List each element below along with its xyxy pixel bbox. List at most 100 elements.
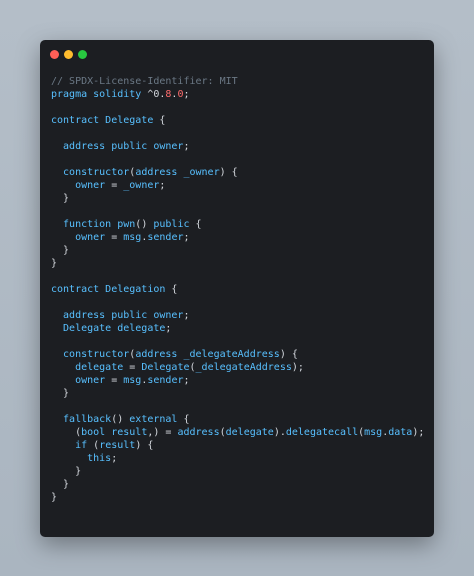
code-line: pragma solidity ^0.8.0; bbox=[51, 88, 428, 101]
code-token-default: fallback bbox=[51, 414, 112, 425]
code-token-punct: ; bbox=[159, 180, 166, 191]
code-token-default: external bbox=[123, 414, 184, 425]
code-token-punct: ). bbox=[273, 427, 286, 438]
code-token-default: if bbox=[51, 440, 94, 451]
code-line: } bbox=[51, 491, 428, 504]
code-token-punct: } bbox=[51, 479, 70, 490]
code-line: owner = msg.sender; bbox=[51, 374, 428, 387]
code-line: } bbox=[51, 244, 428, 257]
code-token-default: address public owner bbox=[51, 310, 184, 321]
code-token-punct: { bbox=[183, 414, 190, 425]
code-token-punct: () bbox=[135, 219, 148, 230]
code-token-default: this bbox=[51, 453, 112, 464]
code-token-punct: ; bbox=[183, 141, 190, 152]
code-token-punct: ( bbox=[51, 427, 82, 438]
code-line: // SPDX-License-Identifier: MIT bbox=[51, 75, 428, 88]
code-line: delegate = Delegate(_delegateAddress); bbox=[51, 361, 428, 374]
code-line: address public owner; bbox=[51, 140, 428, 153]
code-token-punct: } bbox=[51, 193, 70, 204]
code-token-punct: ,) = bbox=[147, 427, 178, 438]
code-token-default: data bbox=[388, 427, 413, 438]
code-token-punct: ; bbox=[183, 232, 190, 243]
code-token-punct: { bbox=[171, 284, 178, 295]
close-button[interactable] bbox=[50, 50, 59, 59]
code-token-default: Delegate delegate bbox=[51, 323, 166, 334]
code-token-punct: ); bbox=[412, 427, 425, 438]
code-token-default: constructor bbox=[51, 349, 130, 360]
code-token-punct: ) { bbox=[135, 440, 154, 451]
code-line: Delegate delegate; bbox=[51, 322, 428, 335]
code-token-punct: { bbox=[159, 115, 166, 126]
code-token-punct: ) { bbox=[279, 349, 298, 360]
code-token-default: msg bbox=[364, 427, 383, 438]
zoom-button[interactable] bbox=[78, 50, 87, 59]
code-token-punct: ; bbox=[165, 323, 172, 334]
minimize-button[interactable] bbox=[64, 50, 73, 59]
code-token-default: function pwn bbox=[51, 219, 136, 230]
code-token-punct: () bbox=[111, 414, 124, 425]
code-token-default: contract Delegation bbox=[51, 284, 172, 295]
code-line: fallback() external { bbox=[51, 413, 428, 426]
code-token-default: msg bbox=[117, 232, 142, 243]
code-line: contract Delegate { bbox=[51, 114, 428, 127]
code-token-comment: // SPDX-License-Identifier: MIT bbox=[51, 76, 238, 87]
code-line: constructor(address _delegateAddress) { bbox=[51, 348, 428, 361]
code-token-default: result bbox=[99, 440, 136, 451]
window-controls bbox=[50, 50, 87, 59]
code-line: } bbox=[51, 478, 428, 491]
code-token-default: delegate bbox=[51, 362, 130, 373]
code-line: owner = _owner; bbox=[51, 179, 428, 192]
code-token-default: _owner bbox=[117, 180, 160, 191]
code-line: } bbox=[51, 192, 428, 205]
code-line: } bbox=[51, 387, 428, 400]
code-token-punct: ; bbox=[111, 453, 118, 464]
code-token-default: contract Delegate bbox=[51, 115, 160, 126]
code-token-default: owner bbox=[51, 180, 112, 191]
code-token-punct: ; bbox=[183, 375, 190, 386]
code-token-default: address public owner bbox=[51, 141, 184, 152]
code-token-punct: } bbox=[51, 258, 58, 269]
code-token-default: pragma solidity bbox=[51, 89, 148, 100]
code-window: // SPDX-License-Identifier: MIT pragma so… bbox=[40, 40, 434, 537]
code-token-punct: } bbox=[51, 466, 82, 477]
code-token-punct: } bbox=[51, 245, 70, 256]
code-token-default: public bbox=[147, 219, 196, 230]
code-line: owner = msg.sender; bbox=[51, 231, 428, 244]
code-token-default: owner bbox=[51, 232, 112, 243]
code-token-punct: ; bbox=[183, 89, 190, 100]
code-token-punct: } bbox=[51, 492, 58, 503]
code-token-default: delegate bbox=[225, 427, 274, 438]
code-token-default: address _owner bbox=[135, 167, 220, 178]
code-token-punct: { bbox=[195, 219, 202, 230]
code-line: contract Delegation { bbox=[51, 283, 428, 296]
code-line: if (result) { bbox=[51, 439, 428, 452]
code-token-default: Delegate bbox=[135, 362, 190, 373]
code-token-punct: ); bbox=[291, 362, 304, 373]
code-token-default: sender bbox=[147, 232, 184, 243]
code-token-default: delegatecall bbox=[285, 427, 359, 438]
code-line: constructor(address _owner) { bbox=[51, 166, 428, 179]
code-line: } bbox=[51, 257, 428, 270]
code-token-default: sender bbox=[147, 375, 184, 386]
code-token-punct: ^0. bbox=[147, 89, 166, 100]
code-line: address public owner; bbox=[51, 309, 428, 322]
code-line: (bool result,) = address(delegate).deleg… bbox=[51, 426, 428, 439]
code-token-punct: } bbox=[51, 388, 70, 399]
code-token-default: address bbox=[177, 427, 220, 438]
code-token-default: msg bbox=[117, 375, 142, 386]
code-token-punct: ; bbox=[183, 310, 190, 321]
code-line: } bbox=[51, 465, 428, 478]
code-line: function pwn() public { bbox=[51, 218, 428, 231]
code-token-default: _delegateAddress bbox=[195, 362, 292, 373]
code-token-default: address _delegateAddress bbox=[135, 349, 280, 360]
code-block: // SPDX-License-Identifier: MIT pragma so… bbox=[51, 75, 428, 504]
code-token-punct: ) { bbox=[219, 167, 238, 178]
